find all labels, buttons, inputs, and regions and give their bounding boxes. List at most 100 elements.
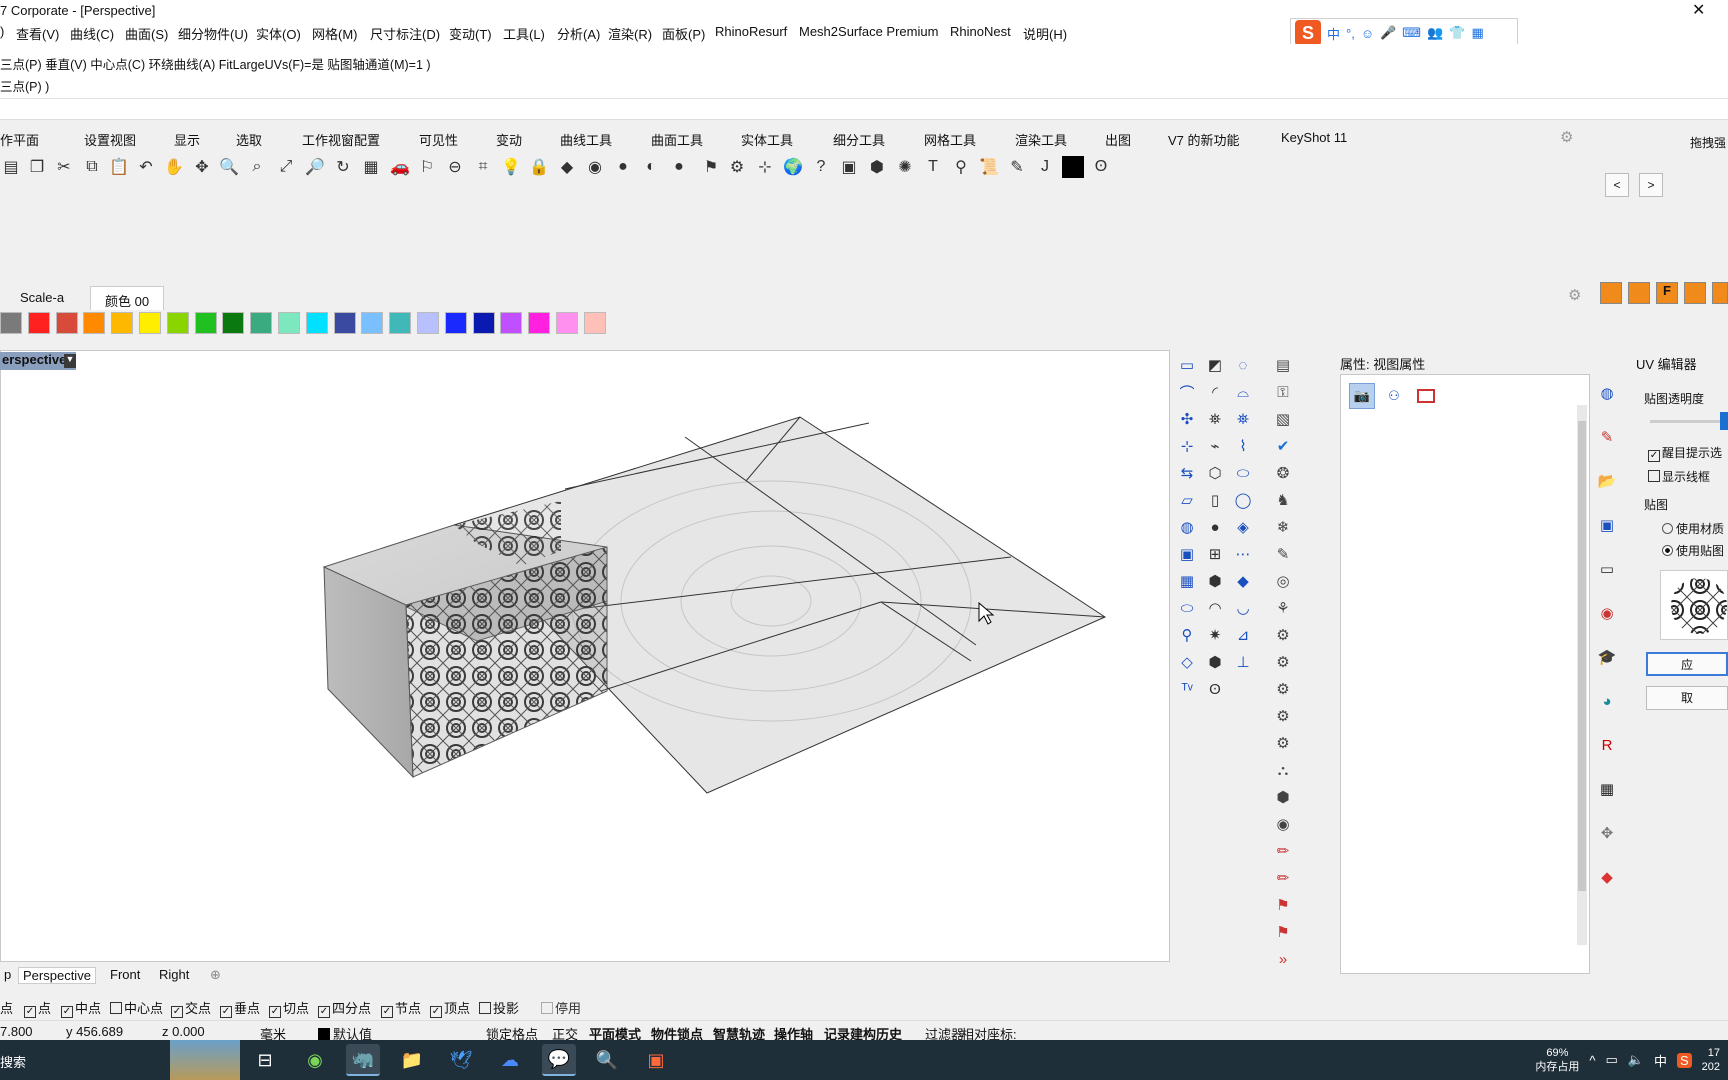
toolbar-tab-9[interactable]: 实体工具 xyxy=(741,130,793,149)
osnap-11[interactable]: 停用 xyxy=(541,998,581,1017)
palette-tool-icon-29[interactable]: ◡ xyxy=(1232,597,1254,619)
toolbar-tab-7[interactable]: 曲线工具 xyxy=(560,130,612,149)
menu-item-1[interactable]: 查看(V) xyxy=(16,24,59,43)
select-points-icon[interactable]: ⌗ xyxy=(472,156,494,178)
palette-tool-icon-32[interactable]: ⊿ xyxy=(1232,624,1254,646)
palette2-tool-icon-11[interactable]: ⚙ xyxy=(1272,651,1294,673)
palette2-tool-icon-1[interactable]: ⚿ xyxy=(1272,381,1294,403)
tab-perspective[interactable]: Perspective xyxy=(18,967,96,984)
toolbar-tab-13[interactable]: 出图 xyxy=(1105,130,1131,149)
image-icon[interactable]: ▣ xyxy=(838,156,860,178)
color-swatch-17[interactable] xyxy=(472,312,495,334)
layer-settings-gear-icon[interactable]: ⚙ xyxy=(1568,286,1581,304)
grid-layout-icon[interactable]: ▦ xyxy=(360,156,382,178)
osnap-10[interactable]: 投影 xyxy=(479,998,519,1017)
app-cloud-icon[interactable]: ☁ xyxy=(493,1044,527,1076)
palette-tool-icon-22[interactable]: ⊞ xyxy=(1204,543,1226,565)
palette-tool-icon-2[interactable]: ◌ xyxy=(1232,354,1254,376)
tab-right[interactable]: Right xyxy=(155,967,193,982)
osnap-checkbox[interactable] xyxy=(479,1002,491,1014)
app-green-icon[interactable]: ◉ xyxy=(298,1044,332,1076)
show-wireframe-checkbox[interactable]: 显示线框 xyxy=(1648,468,1710,485)
globe-icon[interactable]: 🌍 xyxy=(782,156,804,178)
toolbar-settings-gear-icon[interactable]: ⚙ xyxy=(1560,128,1573,146)
panel-icon-2[interactable]: 📂 xyxy=(1596,470,1618,492)
add-viewport-icon[interactable]: ⊕ xyxy=(206,967,225,983)
menu-item-10[interactable]: 分析(A) xyxy=(557,24,600,43)
pan-hand-icon[interactable]: ✋ xyxy=(163,156,185,178)
copy-page-icon[interactable]: ❐ xyxy=(26,156,48,178)
color-swatch-14[interactable] xyxy=(389,312,412,334)
color-swatch-2[interactable] xyxy=(55,312,78,334)
toolbar-tab-15[interactable]: KeyShot 11 xyxy=(1281,130,1347,145)
panel-icon-4[interactable]: ▭ xyxy=(1596,558,1618,580)
apply-button[interactable]: 应 xyxy=(1646,652,1728,676)
panel-icon-1[interactable]: ✎ xyxy=(1596,426,1618,448)
osnap-7[interactable]: ✓ 四分点 xyxy=(318,998,371,1018)
color-swatch-6[interactable] xyxy=(166,312,189,334)
palette-tool-icon-36[interactable]: ᵀᵛ xyxy=(1176,678,1198,700)
nav-next-button[interactable]: > xyxy=(1639,173,1663,197)
ime-emoji-icon[interactable]: ☺ xyxy=(1361,26,1374,41)
osnap-checkbox[interactable]: ✓ xyxy=(220,1006,232,1018)
help-icon[interactable]: ? xyxy=(810,156,832,178)
zoom-icon[interactable]: 🔍 xyxy=(218,156,240,178)
color-swatch-15[interactable] xyxy=(417,312,439,334)
use-material-radio[interactable]: 使用材质 xyxy=(1662,520,1724,537)
panel-icon-3[interactable]: ▣ xyxy=(1596,514,1618,536)
menu-item-13[interactable]: RhinoResurf xyxy=(715,24,787,39)
highlight-checkbox[interactable]: ✓ 醒目提示选 xyxy=(1648,444,1722,462)
palette2-tool-icon-9[interactable]: ⚘ xyxy=(1272,597,1294,619)
tray-sogou-icon[interactable]: S xyxy=(1676,1052,1692,1068)
palette2-tool-icon-3[interactable]: ✔ xyxy=(1272,435,1294,457)
color-swatch-0[interactable] xyxy=(0,312,22,334)
nav-prev-button[interactable]: < xyxy=(1605,173,1629,197)
palette2-tool-icon-6[interactable]: ❄ xyxy=(1272,516,1294,538)
color-swatch-20[interactable] xyxy=(556,312,578,334)
palette2-tool-icon-13[interactable]: ⚙ xyxy=(1272,705,1294,727)
palette-tool-icon-0[interactable]: ▭ xyxy=(1176,354,1198,376)
palette-tool-icon-10[interactable]: ⌁ xyxy=(1204,435,1226,457)
wallpaper-icon[interactable] xyxy=(1413,383,1439,409)
palette-tool-icon-5[interactable]: ⌓ xyxy=(1232,381,1254,403)
undo-icon[interactable]: ↶ xyxy=(135,156,157,178)
palette2-tool-icon-17[interactable]: ◉ xyxy=(1272,813,1294,835)
text-icon[interactable]: T xyxy=(922,156,944,178)
toolbar-tab-1[interactable]: 设置视图 xyxy=(84,130,136,149)
command-input[interactable] xyxy=(0,98,1728,118)
car-icon[interactable]: 🚗 xyxy=(389,156,411,178)
palette2-tool-icon-18[interactable]: ✏ xyxy=(1272,840,1294,862)
color-swatch-5[interactable] xyxy=(139,312,161,334)
use-texture-radio[interactable]: 使用贴图 xyxy=(1662,542,1724,559)
osnap-1[interactable]: ✓ 点 xyxy=(24,998,51,1018)
color-wheel-icon[interactable]: ◉ xyxy=(584,156,606,178)
palette-tool-icon-15[interactable]: ▱ xyxy=(1176,489,1198,511)
script-j-icon[interactable]: J xyxy=(1034,156,1056,178)
osnap-0[interactable]: ✓点 xyxy=(0,998,13,1017)
color-swatch-18[interactable] xyxy=(500,312,523,334)
osnap-4[interactable]: ✓ 交点 xyxy=(171,998,211,1018)
toolbar-tab-5[interactable]: 可见性 xyxy=(419,130,458,149)
color-swatch-8[interactable] xyxy=(222,312,245,334)
palette-tool-icon-24[interactable]: ▦ xyxy=(1176,570,1198,592)
black-square-icon[interactable] xyxy=(1062,156,1084,178)
palette2-tool-icon-7[interactable]: ✎ xyxy=(1272,543,1294,565)
color-swatch-10[interactable] xyxy=(278,312,300,334)
palette-tool-icon-17[interactable]: ◯ xyxy=(1232,489,1254,511)
palette-tool-icon-13[interactable]: ⬡ xyxy=(1204,462,1226,484)
color-swatch-1[interactable] xyxy=(27,312,50,334)
menu-item-2[interactable]: 曲线(C) xyxy=(70,24,114,43)
color-swatch-9[interactable] xyxy=(250,312,273,334)
target-icon[interactable]: ⚇ xyxy=(1381,383,1407,409)
palette-tool-icon-25[interactable]: ⬢ xyxy=(1204,570,1226,592)
palette-tool-icon-14[interactable]: ⬭ xyxy=(1232,462,1254,484)
zoom-extents-icon[interactable]: ⤢ xyxy=(275,156,297,178)
tab-scale-a[interactable]: Scale-a xyxy=(6,286,78,310)
palette-tool-icon-3[interactable]: ⌒ xyxy=(1176,381,1198,403)
clock[interactable]: 17 202 xyxy=(1702,1046,1720,1074)
osnap-checkbox[interactable]: ✓ xyxy=(430,1006,442,1018)
lock-icon[interactable]: 🔒 xyxy=(528,156,550,178)
perspective-viewport[interactable] xyxy=(0,350,1170,962)
osnap-2[interactable]: ✓ 中点 xyxy=(61,998,101,1018)
lasso-icon[interactable]: ʘ xyxy=(1090,156,1112,178)
